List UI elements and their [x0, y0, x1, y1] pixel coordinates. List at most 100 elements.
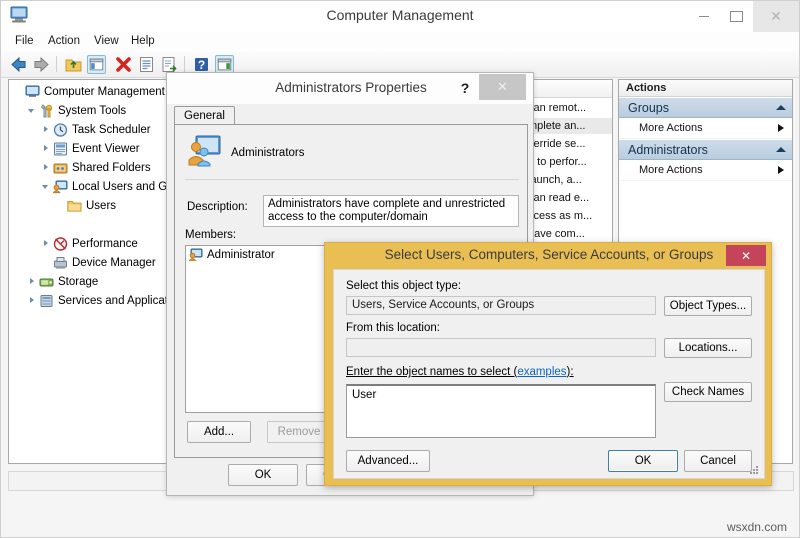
tree-item-users[interactable]: Users: [9, 197, 116, 214]
object-names-input[interactable]: User: [346, 384, 656, 438]
row-description: mplete an...: [528, 120, 585, 132]
tree-expander-closed-icon[interactable]: [41, 162, 52, 173]
tree-expander-closed-icon[interactable]: [27, 276, 38, 287]
performance-icon: [53, 237, 68, 251]
window-title: Computer Management: [1, 7, 799, 23]
tree-item-performance[interactable]: Performance: [9, 235, 138, 252]
object-names-label-text: Enter the object names to select (: [346, 366, 517, 378]
action-label: More Actions: [639, 164, 703, 176]
tab-general[interactable]: General: [174, 106, 235, 125]
group-name-label: Administrators: [231, 147, 305, 159]
system-tools-icon: [39, 104, 54, 118]
menu-view[interactable]: View: [94, 35, 119, 47]
object-types-button[interactable]: Object Types...: [664, 296, 752, 316]
forward-arrow-icon[interactable]: [32, 55, 51, 74]
action-more-actions-groups[interactable]: More Actions: [619, 118, 792, 139]
member-name: Administrator: [207, 249, 275, 261]
tree-item-event-viewer[interactable]: Event Viewer: [9, 140, 140, 157]
properties-tabstrip: General: [174, 106, 528, 125]
locations-button[interactable]: Locations...: [664, 338, 752, 358]
tree-expander-closed-icon[interactable]: [41, 143, 52, 154]
tree-expander-open-icon[interactable]: [41, 181, 52, 192]
chevron-up-icon[interactable]: [776, 105, 786, 110]
row-description: can remot...: [528, 102, 586, 114]
row-description: ccess as m...: [528, 210, 592, 222]
help-question-icon[interactable]: ?: [455, 78, 475, 98]
properties-titlebar: Administrators Properties ? ✕: [167, 73, 533, 104]
object-type-field[interactable]: Users, Service Accounts, or Groups: [346, 296, 656, 315]
select-dialog-body: Select this object type: Users, Service …: [333, 269, 765, 479]
properties-icon[interactable]: [137, 55, 156, 74]
row-description: verride se...: [528, 138, 585, 150]
object-names-label: Enter the object names to select (exampl…: [346, 366, 574, 378]
folder-icon: [67, 199, 82, 213]
tree-item-label: Users: [86, 200, 116, 212]
menu-help[interactable]: Help: [131, 35, 155, 47]
actions-group-administrators-label: Administrators: [628, 143, 708, 157]
tree-item-services-and-applicat[interactable]: Services and Applicat: [9, 292, 168, 309]
local-users-groups-icon: [53, 180, 68, 194]
tree-expander-spacer: [41, 257, 52, 268]
object-type-label: Select this object type:: [346, 280, 461, 292]
window-titlebar: Computer Management ✕: [1, 1, 799, 32]
tree-item-shared-folders[interactable]: Shared Folders: [9, 159, 151, 176]
row-description: launch, a...: [528, 174, 582, 186]
select-dialog-title: Select Users, Computers, Service Account…: [325, 247, 773, 262]
description-field[interactable]: Administrators have complete and unrestr…: [263, 195, 519, 227]
from-location-field[interactable]: [346, 338, 656, 357]
group-icon: [187, 135, 221, 167]
resize-grip-icon[interactable]: [749, 465, 759, 475]
tree-expander-open-icon[interactable]: [27, 105, 38, 116]
minimize-button[interactable]: [687, 1, 720, 32]
chevron-up-icon[interactable]: [776, 147, 786, 152]
tree-item-label: Shared Folders: [72, 162, 151, 174]
description-label: Description:: [187, 201, 248, 213]
show-hide-console-tree-icon[interactable]: [87, 55, 106, 74]
tree-item-device-manager[interactable]: Device Manager: [9, 254, 156, 271]
tree-item-storage[interactable]: Storage: [9, 273, 98, 290]
tree-item-task-scheduler[interactable]: Task Scheduler: [9, 121, 151, 138]
up-one-level-icon[interactable]: [64, 55, 83, 74]
select-cancel-button[interactable]: Cancel: [684, 450, 752, 472]
tree-expander-closed-icon[interactable]: [41, 124, 52, 135]
computer-icon: [25, 85, 40, 99]
remove-member-button: Remove: [267, 421, 331, 443]
menu-file[interactable]: File: [15, 35, 34, 47]
actions-group-administrators[interactable]: Administrators: [619, 139, 792, 160]
members-label: Members:: [185, 229, 236, 241]
check-names-button[interactable]: Check Names: [664, 382, 752, 402]
tree-expander-closed-icon[interactable]: [41, 238, 52, 249]
menu-bar: File Action View Help: [1, 32, 799, 53]
examples-link[interactable]: examples: [517, 366, 566, 378]
tree-item-label: System Tools: [58, 105, 126, 117]
svg-text:?: ?: [198, 58, 205, 72]
select-dialog-close-button[interactable]: ✕: [726, 245, 766, 266]
action-more-actions-administrators[interactable]: More Actions: [619, 160, 792, 181]
back-arrow-icon[interactable]: [9, 55, 28, 74]
action-label: More Actions: [639, 122, 703, 134]
advanced-button[interactable]: Advanced...: [346, 450, 430, 472]
select-ok-button[interactable]: OK: [608, 450, 678, 472]
select-users-dialog: Select Users, Computers, Service Account…: [324, 242, 772, 486]
tree-expander-closed-icon[interactable]: [27, 295, 38, 306]
add-member-button[interactable]: Add...: [187, 421, 251, 443]
tree-item-computer-management[interactable]: Computer Management: [9, 83, 165, 100]
computer-management-app: Computer Management ✕ File Action View H…: [0, 0, 800, 538]
chevron-right-icon: [778, 166, 784, 174]
tree-item-label: Computer Management: [44, 86, 165, 98]
menu-action[interactable]: Action: [48, 35, 80, 47]
actions-group-groups[interactable]: Groups: [619, 97, 792, 118]
properties-close-button[interactable]: ✕: [479, 74, 526, 100]
tree-expander-spacer: [55, 200, 66, 211]
actions-pane-title: Actions: [619, 80, 792, 97]
storage-icon: [39, 275, 54, 289]
maximize-button[interactable]: [720, 1, 753, 32]
tree-item-label: Storage: [58, 276, 98, 288]
object-names-label-suffix: ):: [567, 366, 574, 378]
properties-ok-button[interactable]: OK: [228, 464, 298, 486]
tree-item-local-users-and-g[interactable]: Local Users and G: [9, 178, 167, 195]
close-button[interactable]: ✕: [753, 1, 799, 32]
tree-item-label: Services and Applicat: [58, 295, 168, 307]
delete-icon[interactable]: [114, 55, 133, 74]
tree-item-system-tools[interactable]: System Tools: [9, 102, 126, 119]
